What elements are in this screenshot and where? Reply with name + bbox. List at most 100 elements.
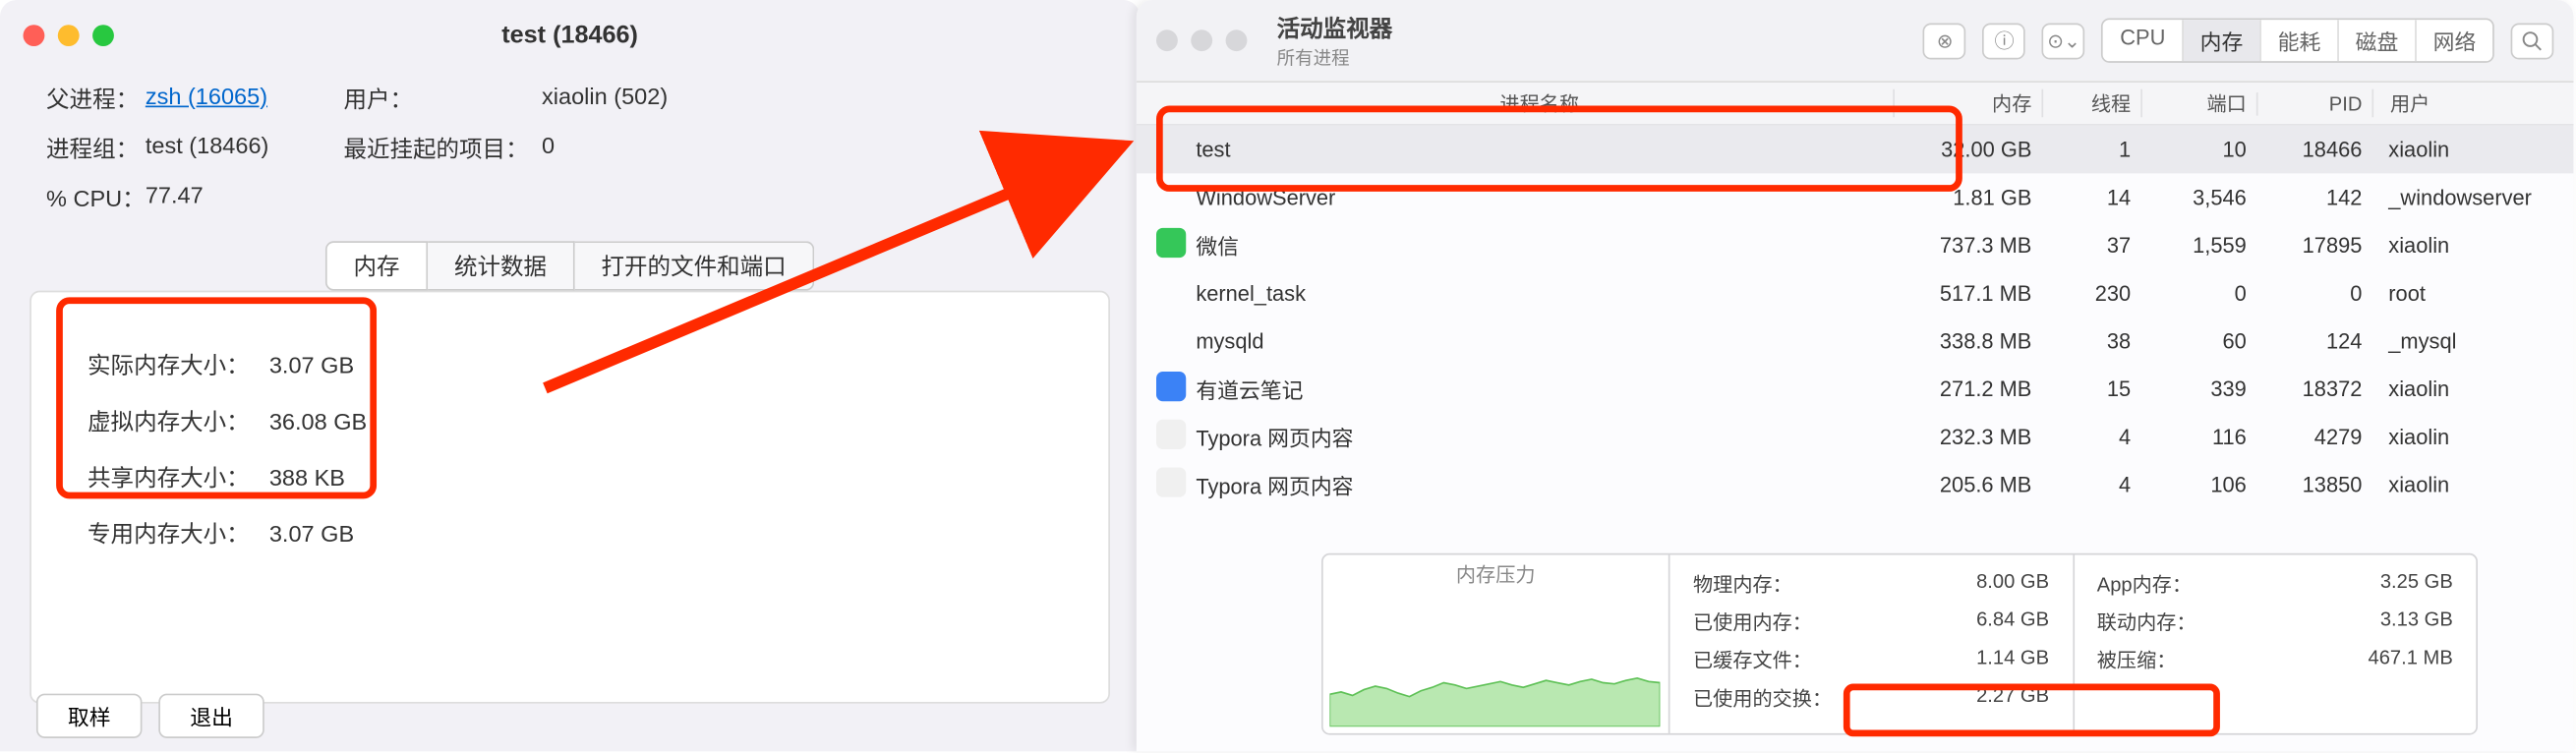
cell-ports: 116 [2140, 425, 2256, 449]
cached-files-label: 已缓存文件： [1693, 646, 1812, 674]
info-button[interactable]: ⓘ [1983, 23, 2026, 59]
seg-cpu[interactable]: CPU [2103, 20, 2182, 61]
cell-threads: 37 [2041, 233, 2140, 258]
app-icon [1156, 420, 1186, 449]
phys-mem-value: 8.00 GB [1976, 570, 2049, 599]
cell-user: xiaolin [2371, 376, 2553, 401]
seg-disk[interactable]: 磁盘 [2337, 20, 2415, 61]
minimize-icon[interactable] [1191, 29, 1212, 51]
maximize-icon[interactable] [92, 24, 114, 45]
col-threads[interactable]: 线程 [2041, 89, 2140, 118]
cell-ports: 10 [2140, 137, 2256, 161]
seg-energy[interactable]: 能耗 [2259, 20, 2337, 61]
memory-pressure-section: 内存压力 [1323, 554, 1670, 732]
cell-memory: 271.2 MB [1893, 376, 2041, 401]
cell-ports: 3,546 [2140, 185, 2256, 209]
cell-memory: 737.3 MB [1893, 233, 2041, 258]
used-mem-value: 6.84 GB [1976, 608, 2049, 636]
swap-used-value: 2.27 GB [1976, 684, 2049, 713]
cached-files-value: 1.14 GB [1976, 646, 2049, 674]
cell-pid: 142 [2256, 185, 2372, 209]
tab-open-files[interactable]: 打开的文件和端口 [575, 241, 815, 290]
stop-process-button[interactable]: ⊗ [1923, 23, 1966, 59]
cell-pid: 13850 [2256, 472, 2372, 496]
memory-details-table: 实际内存大小：3.07 GB 虚拟内存大小：36.08 GB 共享内存大小：38… [85, 335, 387, 563]
cell-user: xiaolin [2371, 425, 2553, 449]
private-memory-label: 专用内存大小： [88, 507, 265, 560]
shared-memory-label: 共享内存大小： [88, 451, 265, 504]
activity-monitor-window: 活动监视器 所有进程 ⊗ ⓘ ⊙⌄ CPU 内存 能耗 磁盘 网络 进程名称 内… [1137, 0, 2574, 751]
compressed-label: 被压缩： [2097, 646, 2177, 674]
cell-memory: 32.00 GB [1893, 137, 2041, 161]
table-row[interactable]: mysqld338.8 MB3860124_mysql [1137, 318, 2574, 366]
sample-button[interactable]: 取样 [36, 694, 143, 738]
wired-mem-label: 联动内存： [2097, 608, 2196, 636]
cell-pid: 0 [2256, 281, 2372, 306]
window-title: 活动监视器 [1277, 11, 1393, 44]
cell-pid: 18466 [2256, 137, 2372, 161]
cell-user: xiaolin [2371, 472, 2553, 496]
cell-ports: 106 [2140, 472, 2256, 496]
bottom-buttons: 取样 退出 [36, 694, 264, 738]
cell-user: _mysql [2371, 328, 2553, 353]
cell-name: mysqld [1196, 328, 1893, 353]
table-row[interactable]: 有道云笔记271.2 MB1533918372xiaolin [1137, 365, 2574, 413]
col-pid[interactable]: PID [2256, 91, 2372, 115]
table-row[interactable]: Typora 网页内容232.3 MB41164279xiaolin [1137, 413, 2574, 461]
seg-memory[interactable]: 内存 [2182, 20, 2259, 61]
col-process-name[interactable]: 进程名称 [1196, 89, 1893, 118]
compressed-value: 467.1 MB [2368, 646, 2452, 674]
cell-memory: 205.6 MB [1893, 472, 2041, 496]
process-group-label: 进程组： [46, 132, 146, 165]
tab-memory[interactable]: 内存 [325, 241, 428, 290]
app-icon [1156, 228, 1186, 258]
table-row[interactable]: test32.00 GB11018466xiaolin [1137, 126, 2574, 174]
cell-threads: 4 [2041, 472, 2140, 496]
more-options-button[interactable]: ⊙⌄ [2042, 23, 2085, 59]
process-table-body: test32.00 GB11018466xiaolinWindowServer1… [1137, 126, 2574, 509]
cell-name: Typora 网页内容 [1196, 469, 1893, 500]
quit-button[interactable]: 退出 [158, 694, 264, 738]
table-row[interactable]: WindowServer1.81 GB143,546142_windowserv… [1137, 173, 2574, 221]
tab-statistics[interactable]: 统计数据 [428, 241, 575, 290]
cell-threads: 230 [2041, 281, 2140, 306]
close-icon[interactable] [1156, 29, 1178, 51]
process-info-grid: 父进程： zsh (16065) 用户： xiaolin (502) 进程组： … [0, 70, 1140, 215]
seg-network[interactable]: 网络 [2415, 20, 2492, 61]
parent-process-link[interactable]: zsh (16065) [146, 83, 267, 109]
real-memory-label: 实际内存大小： [88, 338, 265, 391]
user-label: 用户： [343, 83, 542, 116]
memory-stats: 物理内存：8.00 GB 已使用内存：6.84 GB 已缓存文件：1.14 GB… [1669, 554, 2476, 732]
toolbar: 活动监视器 所有进程 ⊗ ⓘ ⊙⌄ CPU 内存 能耗 磁盘 网络 [1137, 0, 2574, 83]
private-memory-value: 3.07 GB [269, 507, 383, 560]
col-memory[interactable]: 内存 [1893, 89, 2041, 118]
cell-threads: 1 [2041, 137, 2140, 161]
table-header-row: 进程名称 内存 线程 端口 PID 用户 [1137, 83, 2574, 126]
cell-pid: 4279 [2256, 425, 2372, 449]
app-icon [1156, 467, 1186, 496]
minimize-icon[interactable] [58, 24, 80, 45]
process-inspector-window: test (18466) 父进程： zsh (16065) 用户： xiaoli… [0, 0, 1140, 751]
recent-hangs-value: 0 [542, 132, 773, 165]
wired-mem-value: 3.13 GB [2380, 608, 2453, 636]
app-mem-label: App内存： [2097, 570, 2192, 599]
virtual-memory-label: 虚拟内存大小： [88, 395, 265, 448]
cell-threads: 14 [2041, 185, 2140, 209]
col-ports[interactable]: 端口 [2140, 89, 2256, 118]
cpu-value: 77.47 [146, 182, 344, 215]
maximize-icon[interactable] [1226, 29, 1248, 51]
memory-pressure-title: 内存压力 [1323, 554, 1669, 588]
app-mem-value: 3.25 GB [2380, 570, 2453, 599]
table-row[interactable]: 微信737.3 MB371,55917895xiaolin [1137, 221, 2574, 269]
search-button[interactable] [2511, 23, 2554, 59]
col-user[interactable]: 用户 [2371, 89, 2553, 118]
close-icon[interactable] [24, 24, 45, 45]
recent-hangs-label: 最近挂起的项目： [343, 132, 542, 165]
virtual-memory-value: 36.08 GB [269, 395, 383, 448]
swap-used-label: 已使用的交换： [1693, 684, 1832, 713]
view-segmented-control: CPU 内存 能耗 磁盘 网络 [2102, 18, 2494, 62]
table-row[interactable]: kernel_task517.1 MB23000root [1137, 269, 2574, 318]
table-row[interactable]: Typora 网页内容205.6 MB410613850xiaolin [1137, 461, 2574, 509]
window-subtitle: 所有进程 [1277, 44, 1393, 71]
cell-name: kernel_task [1196, 281, 1893, 306]
